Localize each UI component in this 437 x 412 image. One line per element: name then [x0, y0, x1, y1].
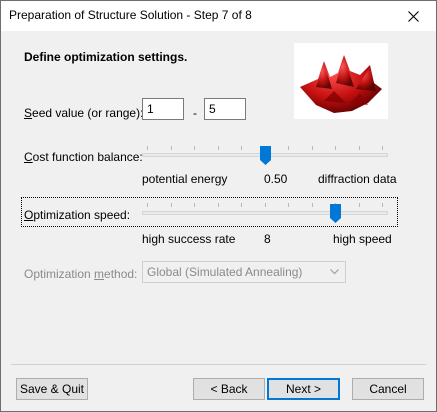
slider-tick — [288, 146, 289, 150]
surface-preview-image — [294, 43, 388, 119]
slider-tick — [288, 203, 289, 207]
speed-left-caption: high success rate — [142, 232, 236, 246]
page-heading: Define optimization settings. — [24, 50, 188, 64]
slider-tick — [170, 203, 172, 207]
seed-range-separator: - — [193, 106, 197, 120]
seed-to-input[interactable] — [204, 98, 246, 120]
slider-tick — [217, 146, 219, 150]
slider-tick — [335, 146, 336, 150]
wizard-window: Preparation of Structure Solution - Step… — [0, 0, 437, 412]
slider-tick — [358, 146, 360, 150]
speed-right-caption: high speed — [333, 232, 392, 246]
cost-balance-value: 0.50 — [264, 172, 288, 186]
slider-tick — [241, 203, 242, 207]
save-quit-button[interactable]: Save & Quit — [16, 378, 88, 400]
slider-tick — [194, 203, 195, 207]
cancel-button[interactable]: Cancel — [352, 378, 424, 400]
speed-value: 8 — [264, 232, 271, 246]
slider-tick — [264, 203, 266, 207]
slider-tick — [147, 146, 148, 150]
speed-slider-track — [142, 211, 388, 215]
optimization-method-select[interactable]: Global (Simulated Annealing) — [142, 261, 346, 283]
next-button[interactable]: Next > — [267, 378, 340, 400]
cost-balance-slider-thumb[interactable] — [259, 146, 271, 165]
slider-tick — [217, 203, 219, 207]
title-bar: Preparation of Structure Solution - Step… — [1, 1, 436, 31]
window-title: Preparation of Structure Solution - Step… — [9, 8, 252, 22]
slider-tick — [382, 203, 383, 207]
wizard-content: Define optimization settings. Seed value… — [1, 31, 436, 411]
slider-tick — [382, 146, 383, 150]
footer-divider — [11, 364, 426, 365]
cost-balance-right-caption: diffraction data — [318, 172, 397, 186]
seed-from-input[interactable] — [142, 98, 184, 120]
optimization-method-label: Optimization method: — [24, 267, 138, 281]
slider-tick — [194, 146, 195, 150]
optimization-speed-label: Optimization speed: — [24, 208, 131, 222]
slider-tick — [358, 203, 360, 207]
cost-balance-left-caption: potential energy — [142, 172, 228, 186]
slider-tick — [311, 146, 313, 150]
chevron-down-icon — [330, 269, 339, 275]
slider-tick — [170, 146, 172, 150]
slider-tick — [311, 203, 313, 207]
close-button[interactable] — [390, 1, 436, 31]
cost-function-balance-label: Cost function balance: — [24, 150, 143, 164]
slider-tick — [147, 203, 148, 207]
close-icon — [407, 10, 419, 22]
seed-value-label: Seed value (or range): — [24, 106, 144, 120]
back-button[interactable]: < Back — [193, 378, 265, 400]
speed-slider-thumb[interactable] — [330, 204, 341, 223]
slider-tick — [241, 146, 242, 150]
optimization-method-value: Global (Simulated Annealing) — [147, 265, 303, 279]
